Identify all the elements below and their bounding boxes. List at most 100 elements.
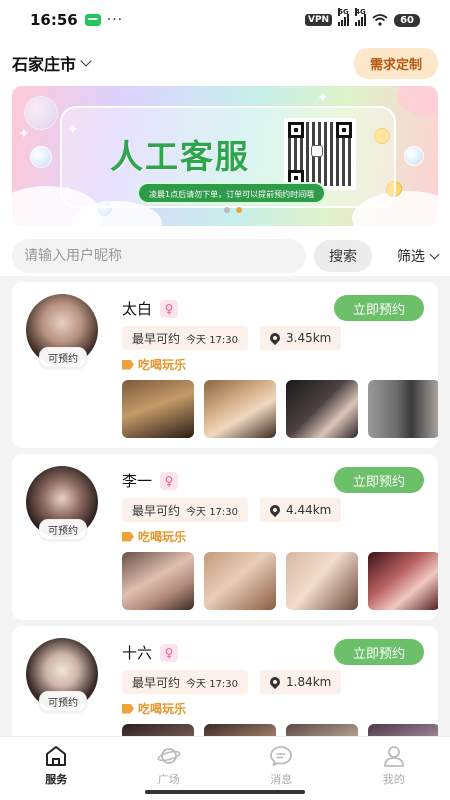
bubble-decoration bbox=[24, 96, 58, 130]
city-label: 石家庄市 bbox=[12, 55, 77, 74]
book-now-button[interactable]: 立即预约 bbox=[334, 467, 424, 493]
signal-4g-label: 4G bbox=[355, 8, 366, 16]
message-notification-icon bbox=[84, 14, 101, 26]
distance-chip: 4.44km bbox=[260, 498, 342, 522]
distance-chip: 3.45km bbox=[260, 326, 342, 350]
chevron-down-icon bbox=[80, 55, 92, 67]
qr-logo-icon bbox=[311, 145, 323, 157]
nav-mine[interactable]: 我的 bbox=[338, 737, 450, 800]
signal-5g-label: 5G bbox=[338, 8, 349, 16]
earliest-time-chip: 最早可约 今天 17:30 bbox=[122, 498, 249, 522]
photo-thumbnail[interactable] bbox=[286, 380, 358, 438]
photo-thumbnail[interactable] bbox=[368, 380, 438, 438]
info-chips: 最早可约 今天 17:30 1.84km bbox=[122, 670, 342, 694]
book-now-button[interactable]: 立即预约 bbox=[334, 295, 424, 321]
name-row: 太白 ♀ bbox=[122, 298, 179, 319]
distance-value: 3.45km bbox=[286, 331, 332, 345]
home-indicator bbox=[145, 790, 305, 794]
female-icon: ♀ bbox=[160, 643, 179, 662]
carousel-dot[interactable] bbox=[224, 207, 230, 213]
header: 石家庄市 需求定制 bbox=[0, 40, 450, 86]
tag-icon bbox=[122, 359, 134, 370]
battery-icon: 60 bbox=[394, 13, 420, 27]
provider-card[interactable]: 可预约 太白 ♀ 立即预约 最早可约 今天 17:30 3.45km 吃喝玩乐 bbox=[12, 282, 438, 448]
wifi-icon bbox=[372, 14, 388, 26]
chevron-down-icon bbox=[429, 249, 440, 259]
city-selector[interactable]: 石家庄市 bbox=[12, 51, 92, 75]
signal-4g-icon: 4G bbox=[355, 8, 367, 26]
qr-finder bbox=[288, 122, 304, 138]
search-input[interactable] bbox=[12, 239, 306, 273]
photo-thumbnail[interactable] bbox=[204, 380, 276, 438]
female-icon: ♀ bbox=[160, 299, 179, 318]
earliest-time-chip: 最早可约 今天 17:30 bbox=[122, 670, 249, 694]
banner[interactable]: ✦ ✦ ✦ ✦ 人工客服 凌晨1点后请勿下单，订单可以提前预约时间哦 bbox=[12, 86, 438, 226]
nav-label: 消息 bbox=[270, 773, 293, 786]
earliest-time-chip: 最早可约 今天 17:30 bbox=[122, 326, 249, 350]
qr-finder bbox=[336, 122, 352, 138]
qr-code bbox=[284, 118, 356, 190]
available-badge: 可预约 bbox=[39, 691, 87, 712]
photo-thumbnail[interactable] bbox=[122, 552, 194, 610]
name-row: 李一 ♀ bbox=[122, 470, 179, 491]
photo-thumbnail[interactable] bbox=[204, 552, 276, 610]
category-label: 吃喝玩乐 bbox=[138, 530, 187, 544]
nav-service[interactable]: 服务 bbox=[0, 737, 113, 800]
search-row: 搜索 筛选 bbox=[0, 236, 450, 276]
search-button[interactable]: 搜索 bbox=[314, 240, 372, 272]
distance-value: 4.44km bbox=[286, 503, 332, 517]
filter-dropdown[interactable]: 筛选 bbox=[397, 246, 440, 266]
earliest-time: 今天 17:30 bbox=[186, 334, 239, 346]
filter-label: 筛选 bbox=[397, 249, 425, 265]
category-label: 吃喝玩乐 bbox=[138, 358, 187, 372]
distance-chip: 1.84km bbox=[260, 670, 342, 694]
provider-card[interactable]: 可预约 李一 ♀ 立即预约 最早可约 今天 17:30 4.44km 吃喝玩乐 bbox=[12, 454, 438, 620]
photo-thumbnail[interactable] bbox=[368, 552, 438, 610]
distance-value: 1.84km bbox=[286, 675, 332, 689]
bubble-decoration bbox=[404, 146, 424, 166]
carousel-indicator bbox=[224, 207, 242, 213]
avatar-wrap: 可预约 bbox=[26, 294, 100, 368]
earliest-label: 最早可约 bbox=[132, 331, 181, 346]
provider-name: 太白 bbox=[122, 300, 153, 318]
book-now-button[interactable]: 立即预约 bbox=[334, 639, 424, 665]
home-icon bbox=[46, 746, 67, 766]
avatar-wrap: 可预约 bbox=[26, 638, 100, 712]
user-icon bbox=[383, 746, 404, 767]
status-bar: 16:56 ··· VPN 5G 4G 60 bbox=[0, 0, 450, 40]
vpn-icon: VPN bbox=[304, 14, 333, 26]
sparkle-icon: ✦ bbox=[317, 90, 329, 106]
carousel-dot-active[interactable] bbox=[236, 207, 242, 213]
status-time: 16:56 bbox=[30, 11, 78, 29]
female-icon: ♀ bbox=[160, 471, 179, 490]
banner-area: ✦ ✦ ✦ ✦ 人工客服 凌晨1点后请勿下单，订单可以提前预约时间哦 bbox=[0, 86, 450, 236]
provider-name: 李一 bbox=[122, 472, 153, 490]
more-notifications-icon: ··· bbox=[106, 12, 124, 28]
photo-strip bbox=[122, 552, 438, 610]
planet-icon bbox=[157, 748, 181, 764]
nav-label: 我的 bbox=[382, 773, 405, 786]
nav-label: 服务 bbox=[45, 773, 68, 786]
signal-5g-icon: 5G bbox=[338, 8, 350, 26]
message-icon bbox=[270, 746, 293, 766]
photo-thumbnail[interactable] bbox=[286, 552, 358, 610]
photo-thumbnail[interactable] bbox=[122, 380, 194, 438]
category-label: 吃喝玩乐 bbox=[138, 702, 187, 716]
earliest-label: 最早可约 bbox=[132, 503, 181, 518]
tag-icon bbox=[122, 531, 134, 542]
bubble-decoration bbox=[30, 146, 52, 168]
available-badge: 可预约 bbox=[39, 347, 87, 368]
category-tag: 吃喝玩乐 bbox=[122, 700, 186, 717]
category-tag: 吃喝玩乐 bbox=[122, 528, 186, 545]
location-pin-icon bbox=[267, 330, 283, 346]
sparkle-icon: ✦ bbox=[18, 126, 30, 142]
earliest-time: 今天 17:30 bbox=[186, 678, 239, 690]
info-chips: 最早可约 今天 17:30 3.45km bbox=[122, 326, 342, 350]
custom-request-button[interactable]: 需求定制 bbox=[353, 47, 438, 79]
provider-name: 十六 bbox=[122, 644, 153, 662]
location-pin-icon bbox=[267, 502, 283, 518]
avatar-wrap: 可预约 bbox=[26, 466, 100, 540]
nav-label: 广场 bbox=[157, 773, 180, 786]
status-right: VPN 5G 4G 60 bbox=[304, 8, 420, 27]
location-pin-icon bbox=[267, 674, 283, 690]
